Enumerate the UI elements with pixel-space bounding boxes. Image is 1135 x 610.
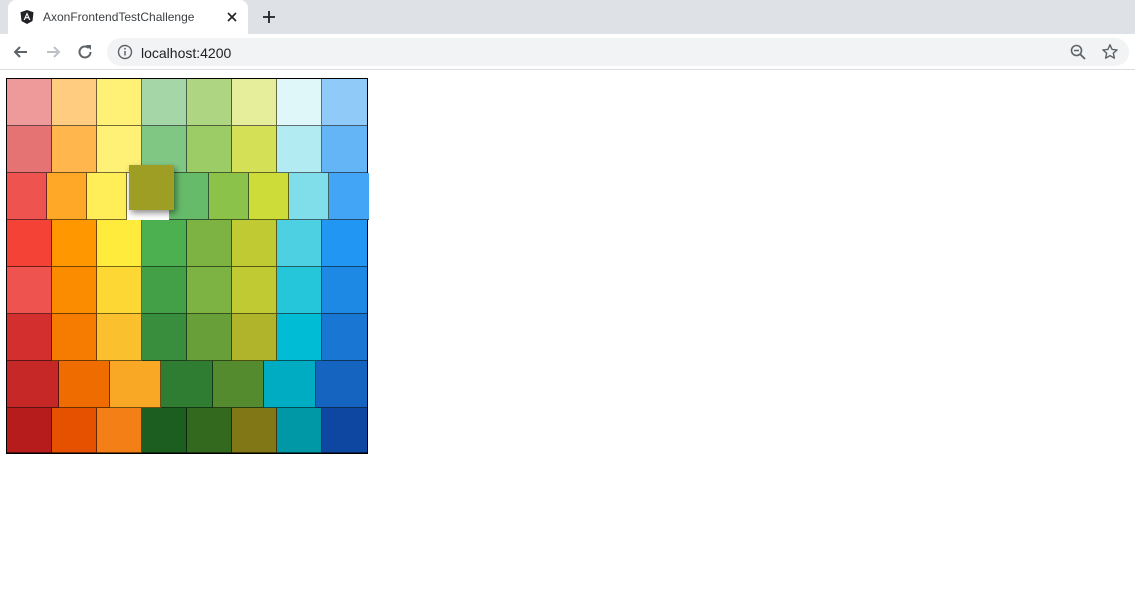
- color-tile[interactable]: [52, 314, 97, 361]
- forward-arrow-icon[interactable]: [43, 42, 63, 62]
- color-tile[interactable]: [7, 220, 52, 267]
- color-tile[interactable]: [7, 267, 52, 314]
- color-tile[interactable]: [232, 267, 277, 314]
- color-tile[interactable]: [187, 267, 232, 314]
- color-tile[interactable]: [7, 314, 52, 361]
- color-tile[interactable]: [322, 314, 367, 361]
- color-tile[interactable]: [289, 173, 329, 220]
- color-tile[interactable]: [97, 408, 142, 453]
- color-tile[interactable]: [161, 361, 213, 408]
- close-icon[interactable]: [224, 9, 240, 25]
- color-tile[interactable]: [87, 173, 127, 220]
- color-tile[interactable]: [322, 267, 367, 314]
- color-tile[interactable]: [97, 314, 142, 361]
- grid-row: [7, 408, 367, 453]
- color-tile[interactable]: [277, 126, 322, 173]
- grid-row: [7, 220, 367, 267]
- grid-row: [7, 79, 367, 126]
- color-tile[interactable]: [322, 126, 367, 173]
- color-tile[interactable]: [187, 314, 232, 361]
- url-text[interactable]: localhost:4200: [141, 45, 231, 61]
- grid-row: [7, 173, 369, 220]
- color-tile[interactable]: [7, 361, 59, 408]
- color-tile[interactable]: [142, 220, 187, 267]
- color-tile[interactable]: [52, 267, 97, 314]
- color-tile[interactable]: [169, 173, 209, 220]
- color-tile[interactable]: [277, 267, 322, 314]
- color-tile[interactable]: [7, 408, 52, 453]
- color-tile[interactable]: [277, 79, 322, 126]
- plus-icon[interactable]: [259, 7, 279, 27]
- color-tile[interactable]: [232, 314, 277, 361]
- color-tile[interactable]: [209, 173, 249, 220]
- color-tile[interactable]: [7, 126, 52, 173]
- color-tile[interactable]: [97, 267, 142, 314]
- color-tile[interactable]: [213, 361, 264, 408]
- star-icon[interactable]: [1101, 43, 1119, 61]
- color-tile[interactable]: [52, 126, 97, 173]
- color-tile[interactable]: [52, 408, 97, 453]
- color-tile[interactable]: [187, 408, 232, 453]
- color-tile[interactable]: [142, 408, 187, 453]
- color-tile[interactable]: [7, 173, 47, 220]
- color-tile[interactable]: [232, 408, 277, 453]
- zoom-out-icon[interactable]: [1069, 43, 1087, 61]
- tab-strip: AxonFrontendTestChallenge: [0, 0, 1135, 34]
- grid-row: [7, 267, 367, 314]
- color-tile[interactable]: [322, 408, 367, 453]
- color-tile[interactable]: [97, 220, 142, 267]
- color-tile[interactable]: [232, 79, 277, 126]
- color-tile[interactable]: [232, 126, 277, 173]
- color-tile[interactable]: [322, 220, 367, 267]
- color-tile[interactable]: [52, 220, 97, 267]
- color-tile[interactable]: [187, 79, 232, 126]
- color-tile[interactable]: [7, 79, 52, 126]
- color-grid: [6, 78, 369, 454]
- reload-icon[interactable]: [75, 42, 95, 62]
- color-tile[interactable]: [110, 361, 161, 408]
- color-tile[interactable]: [97, 79, 142, 126]
- color-tile[interactable]: [249, 173, 289, 220]
- color-tile[interactable]: [187, 126, 232, 173]
- color-tile[interactable]: [322, 79, 367, 126]
- angular-logo-icon: [20, 10, 34, 24]
- grid-row: [7, 314, 367, 361]
- dragged-tile[interactable]: [129, 165, 174, 210]
- grid-row: [7, 361, 367, 408]
- info-icon[interactable]: [117, 44, 133, 60]
- color-tile[interactable]: [52, 79, 97, 126]
- color-tile[interactable]: [59, 361, 110, 408]
- color-tile[interactable]: [142, 314, 187, 361]
- color-tile[interactable]: [277, 314, 322, 361]
- color-tile[interactable]: [142, 79, 187, 126]
- color-tile[interactable]: [232, 220, 277, 267]
- browser-tab[interactable]: AxonFrontendTestChallenge: [8, 0, 248, 34]
- tab-title: AxonFrontendTestChallenge: [43, 10, 195, 24]
- color-tile[interactable]: [142, 267, 187, 314]
- browser-toolbar: localhost:4200: [0, 34, 1135, 70]
- color-tile[interactable]: [277, 408, 322, 453]
- color-tile[interactable]: [316, 361, 367, 408]
- color-tile[interactable]: [329, 173, 369, 220]
- grid-row: [7, 126, 367, 173]
- back-arrow-icon[interactable]: [11, 42, 31, 62]
- color-tile[interactable]: [187, 220, 232, 267]
- color-tile[interactable]: [277, 220, 322, 267]
- address-bar[interactable]: localhost:4200: [107, 38, 1129, 66]
- color-tile[interactable]: [47, 173, 87, 220]
- color-tile[interactable]: [264, 361, 316, 408]
